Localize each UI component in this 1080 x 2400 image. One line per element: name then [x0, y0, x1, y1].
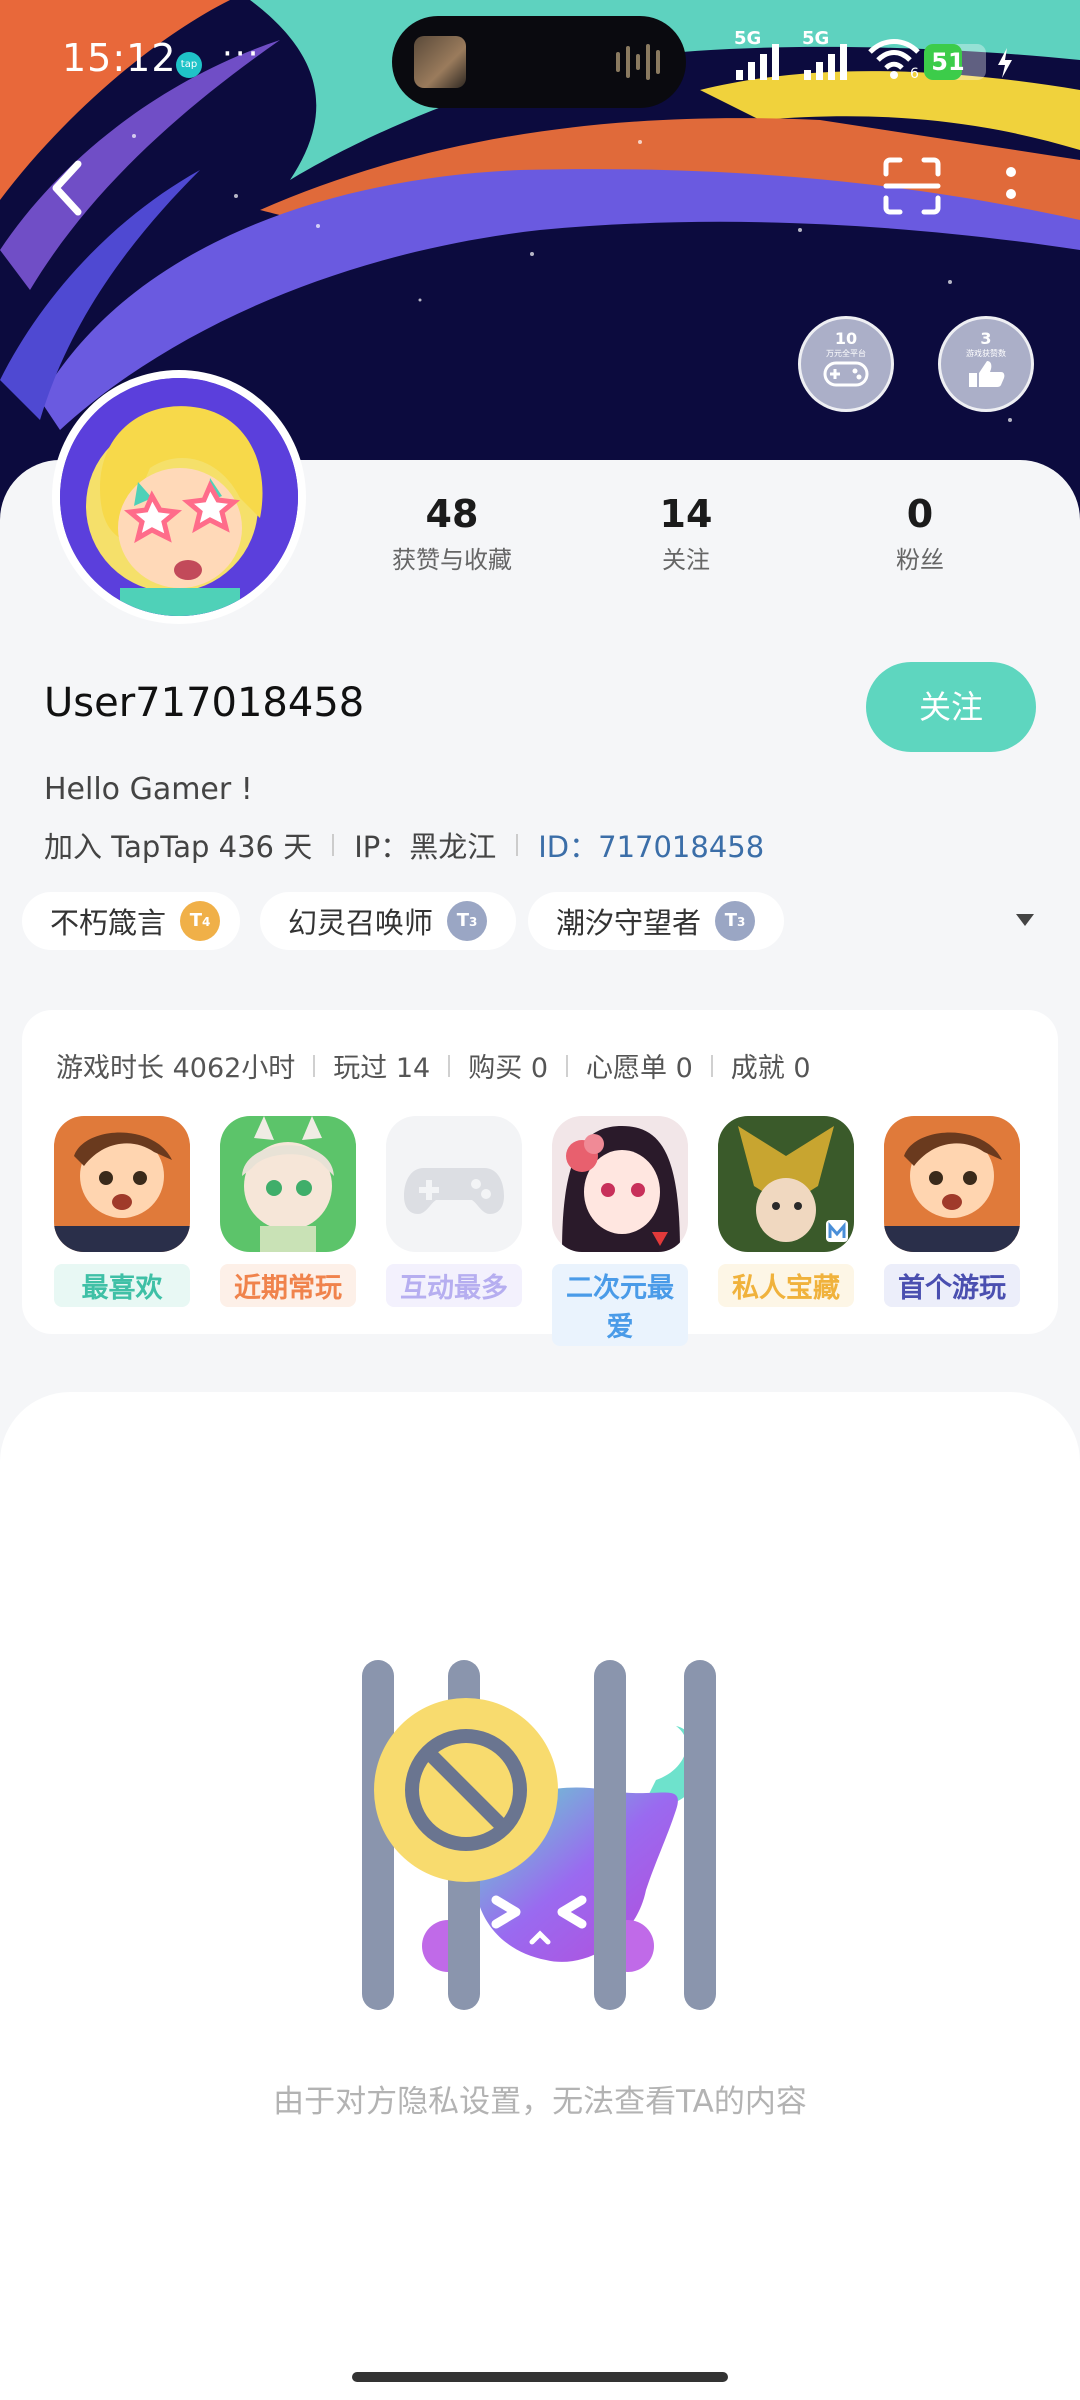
- game-icon: [718, 1116, 854, 1252]
- audio-wave-icon: [616, 44, 660, 80]
- game-label: 首个游玩: [884, 1264, 1020, 1307]
- game-label: 互动最多: [386, 1264, 522, 1307]
- games-card: 游戏时长 4062小时 玩过 14 购买 0 心愿单 0 成就 0 最喜欢 近期…: [22, 1010, 1058, 1346]
- scan-button[interactable]: [882, 156, 942, 216]
- divider: [710, 1054, 713, 1077]
- wishlist-count[interactable]: 心愿单 0: [586, 1046, 693, 1085]
- expand-tags-icon[interactable]: [1016, 914, 1034, 926]
- bio: Hello Gamer !: [44, 772, 253, 807]
- purchased-count[interactable]: 购买 0: [468, 1046, 548, 1085]
- divider: [332, 834, 335, 856]
- title-tag[interactable]: 不朽箴言 T4: [22, 892, 240, 950]
- follow-button[interactable]: 关注: [866, 662, 1036, 752]
- game-hidden-gem[interactable]: 私人宝藏: [718, 1116, 854, 1307]
- title-tag[interactable]: 潮汐守望者 T3: [528, 892, 784, 950]
- level-badge-icon: T3: [715, 901, 756, 941]
- dynamic-island[interactable]: [392, 16, 686, 108]
- profile-meta: 加入 TapTap 436 天 IP：黑龙江 ID：717018458: [44, 824, 764, 866]
- game-icon: [54, 1116, 190, 1252]
- more-options-button[interactable]: [996, 164, 1026, 214]
- achievement-count[interactable]: 成就 0: [731, 1046, 811, 1085]
- gamepad-icon: [823, 361, 869, 387]
- privacy-message: 由于对方隐私设置，无法查看TA的内容: [273, 2084, 807, 2120]
- game-placeholder: [386, 1116, 522, 1252]
- stat-following[interactable]: 14 关注: [586, 492, 786, 575]
- game-recent[interactable]: 近期常玩: [220, 1116, 356, 1307]
- charging-icon: [998, 48, 1012, 78]
- game-anime-favorite[interactable]: 二次元最爱: [552, 1116, 688, 1346]
- thumbs-up-icon: [969, 361, 1005, 387]
- level-badge-icon: T4: [180, 901, 221, 941]
- home-indicator[interactable]: [352, 2372, 728, 2382]
- join-duration: 加入 TapTap 436 天: [44, 830, 313, 864]
- ip-location: IP：黑龙江: [354, 830, 497, 864]
- achievement-badge[interactable]: 10 万元全平台: [798, 316, 894, 412]
- stat-likes[interactable]: 48 获赞与收藏: [352, 492, 552, 575]
- username: User717018458: [44, 680, 365, 726]
- game-label: 二次元最爱: [552, 1264, 688, 1346]
- game-favorite[interactable]: 最喜欢: [54, 1116, 190, 1307]
- tag-label: 幻灵召唤师: [288, 906, 434, 940]
- divider: [313, 1054, 316, 1077]
- signal-icon: 5G: [730, 28, 790, 90]
- tag-label: 潮汐守望者: [556, 906, 702, 940]
- game-icon: [220, 1116, 356, 1252]
- title-tag[interactable]: 幻灵召唤师 T3: [260, 892, 516, 950]
- avatar-image: [60, 378, 298, 616]
- stat-followers[interactable]: 0 粉丝: [820, 492, 1020, 575]
- signal-icon: 5G: [798, 28, 858, 90]
- game-most-interactive[interactable]: 互动最多: [386, 1116, 522, 1307]
- avatar[interactable]: [60, 378, 298, 616]
- divider: [516, 834, 519, 856]
- game-label: 私人宝藏: [718, 1264, 854, 1307]
- game-icon: [884, 1116, 1020, 1252]
- status-time: 15:12: [62, 36, 177, 80]
- divider: [448, 1054, 451, 1077]
- divider: [566, 1054, 569, 1077]
- wifi-icon: 6: [866, 30, 922, 90]
- gamepad-icon: [404, 1168, 504, 1214]
- media-thumbnail: [414, 36, 466, 88]
- tag-label: 不朽箴言: [50, 906, 167, 940]
- game-icon: [552, 1116, 688, 1252]
- level-badge-icon: T3: [447, 901, 488, 941]
- taptap-icon: tap: [176, 52, 202, 78]
- game-first-played[interactable]: 首个游玩: [884, 1116, 1020, 1307]
- game-stats: 游戏时长 4062小时 玩过 14 购买 0 心愿单 0 成就 0: [56, 1046, 811, 1085]
- user-id[interactable]: ID：717018458: [538, 824, 764, 866]
- status-more-icon: ···: [222, 34, 261, 74]
- achievement-badge[interactable]: 3 游戏获赞数: [938, 316, 1034, 412]
- privacy-blocked-illustration: [362, 1660, 716, 2010]
- game-label: 近期常玩: [220, 1264, 356, 1307]
- game-label: 最喜欢: [54, 1264, 190, 1307]
- played-count[interactable]: 玩过 14: [333, 1046, 430, 1085]
- playtime[interactable]: 游戏时长 4062小时: [56, 1046, 295, 1085]
- battery-icon: 51: [924, 44, 986, 80]
- back-button[interactable]: [48, 158, 88, 218]
